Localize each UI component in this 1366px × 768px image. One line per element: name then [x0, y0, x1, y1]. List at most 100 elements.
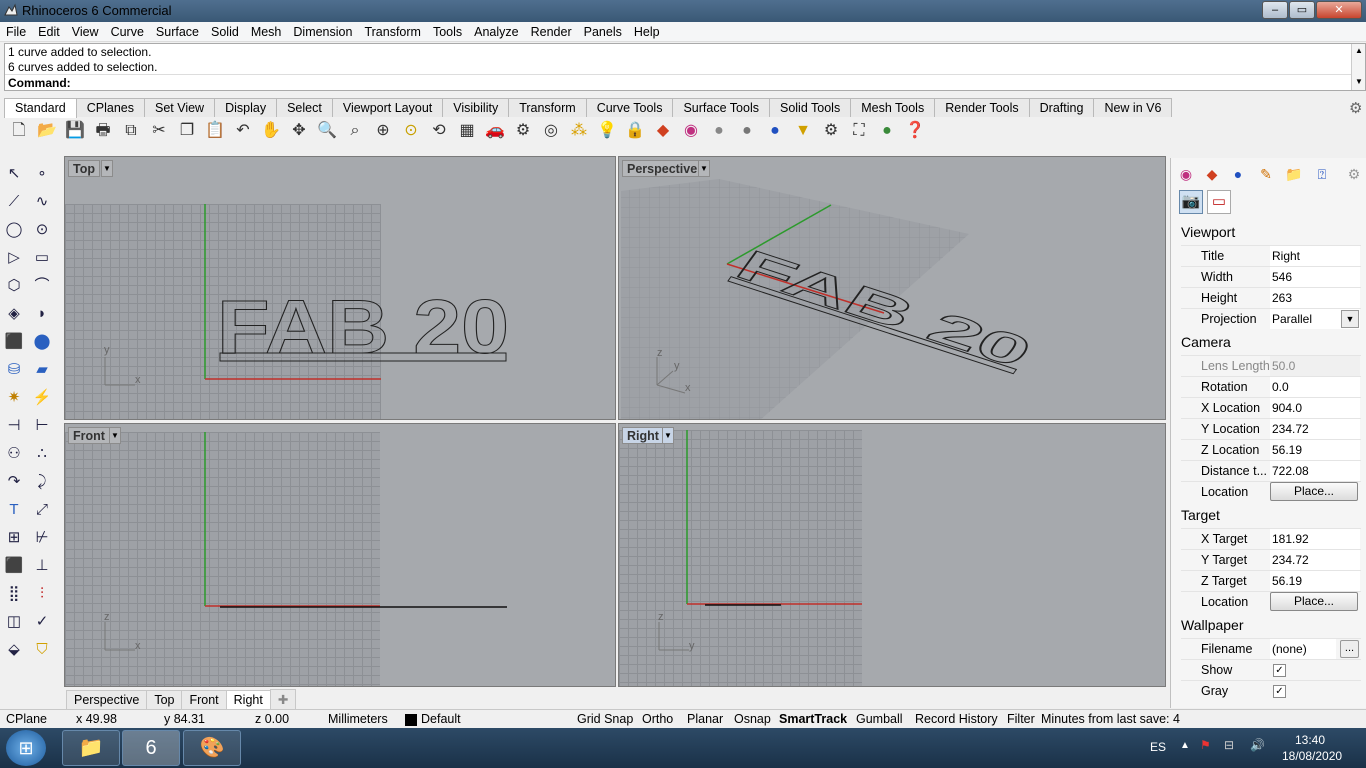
tab-select[interactable]: Select [276, 98, 333, 117]
tray-expand-icon[interactable]: ▲ [1180, 740, 1190, 751]
minimize-button[interactable]: – [1262, 1, 1288, 19]
osnap-toggle[interactable]: Osnap [734, 712, 771, 726]
open-icon[interactable]: 📂 [34, 118, 60, 144]
viewport-front[interactable]: z x Front ▼ [64, 423, 616, 687]
offset-icon[interactable]: ↷ [1, 469, 27, 495]
tab-solid-tools[interactable]: Solid Tools [768, 98, 852, 117]
screen-icon[interactable]: ▭ [1207, 190, 1231, 214]
circle-center-icon[interactable]: ⊙ [29, 217, 55, 243]
menu-help[interactable]: Help [628, 22, 666, 42]
layers-icon[interactable]: ◆ [1201, 164, 1223, 184]
toolbar-settings-gear-icon[interactable]: ⚙ [1349, 99, 1362, 117]
layout-icon[interactable]: ◫ [1, 609, 27, 635]
menu-analyze[interactable]: Analyze [468, 22, 524, 42]
render-icon[interactable]: ● [1227, 164, 1249, 184]
render-sphere-icon[interactable]: ● [706, 118, 732, 144]
tab-curve-tools[interactable]: Curve Tools [585, 98, 674, 117]
viewport-title-perspective[interactable]: Perspective [622, 160, 703, 177]
prop-distance-value[interactable]: 722.08 [1270, 461, 1360, 481]
sweep-icon[interactable]: ◗ [29, 301, 55, 327]
prop-title-value[interactable]: Right [1270, 246, 1360, 266]
ungroup-icon[interactable]: ∴ [29, 441, 55, 467]
properties-color-icon[interactable]: ◉ [1175, 164, 1197, 184]
sphere-icon[interactable]: ⬤ [29, 329, 55, 355]
copy-icon[interactable]: ❐ [174, 118, 200, 144]
pan-icon[interactable]: ✋ [258, 118, 284, 144]
paste-icon[interactable]: 📋 [202, 118, 228, 144]
save-icon[interactable]: 💾 [62, 118, 88, 144]
chevron-down-icon[interactable]: ▼ [109, 427, 121, 444]
menu-surface[interactable]: Surface [150, 22, 205, 42]
group-icon[interactable]: ⚇ [1, 441, 27, 467]
panel-gear-icon[interactable]: ⚙ [1343, 164, 1365, 184]
menu-solid[interactable]: Solid [205, 22, 245, 42]
viewport-title-top[interactable]: Top [68, 160, 100, 177]
undo-icon[interactable]: ↶ [230, 118, 256, 144]
add-viewport-icon[interactable]: ✚ [269, 689, 297, 710]
scale-icon[interactable]: ⤢ [29, 497, 55, 523]
measure-icon[interactable]: ⊥ [29, 553, 55, 579]
new-icon[interactable]: 🗋 [6, 118, 32, 144]
language-indicator[interactable]: ES [1150, 740, 1166, 754]
trim-icon[interactable]: ⊣ [1, 413, 27, 439]
color-wheel-icon[interactable]: ◉ [678, 118, 704, 144]
menu-render[interactable]: Render [525, 22, 578, 42]
boolean-icon[interactable]: ⚡ [29, 385, 55, 411]
material-sphere-icon[interactable]: ● [762, 118, 788, 144]
explode-icon[interactable]: ✷ [1, 385, 27, 411]
circle-icon[interactable]: ◯ [1, 217, 27, 243]
tab-surface-tools[interactable]: Surface Tools [672, 98, 770, 117]
camera-place-button[interactable]: Place... [1270, 482, 1358, 501]
target-place-button[interactable]: Place... [1270, 592, 1358, 611]
prop-xtarget-value[interactable]: 181.92 [1270, 529, 1360, 549]
tab-display[interactable]: Display [214, 98, 278, 117]
viewport-title-front[interactable]: Front [68, 427, 110, 444]
car-icon[interactable]: 🚗 [482, 118, 508, 144]
tab-drafting[interactable]: Drafting [1028, 98, 1095, 117]
network-icon[interactable]: ⊟ [1224, 738, 1234, 752]
prop-zloc-value[interactable]: 56.19 [1270, 440, 1360, 460]
four-viewports-icon[interactable]: ▦ [454, 118, 480, 144]
prop-rotation-value[interactable]: 0.0 [1270, 377, 1360, 397]
prop-width-value[interactable]: 546 [1270, 267, 1360, 287]
record-history-toggle[interactable]: Record History [915, 712, 998, 726]
chevron-down-icon[interactable]: ▼ [101, 160, 113, 177]
scroll-up-icon[interactable]: ▲ [1355, 46, 1363, 55]
polyline-icon[interactable]: ⟋ [1, 189, 27, 215]
box-icon[interactable]: ⬛ [1, 329, 27, 355]
ortho-toggle[interactable]: Ortho [642, 712, 673, 726]
menu-mesh[interactable]: Mesh [245, 22, 288, 42]
align-icon[interactable]: ⫶ [29, 581, 55, 607]
help-panel-icon[interactable]: ⍰ [1311, 164, 1333, 184]
chevron-down-icon[interactable]: ▼ [698, 160, 710, 177]
tab-render-tools[interactable]: Render Tools [934, 98, 1030, 117]
tab-transform[interactable]: Transform [508, 98, 587, 117]
command-prompt[interactable]: Command: [5, 74, 1351, 90]
tab-mesh-tools[interactable]: Mesh Tools [850, 98, 936, 117]
analyze-icon[interactable]: ● [874, 118, 900, 144]
camera-icon[interactable]: 📷 [1179, 190, 1203, 214]
close-button[interactable]: ✕ [1316, 1, 1362, 19]
polygon-icon[interactable]: ⬡ [1, 273, 27, 299]
menu-curve[interactable]: Curve [105, 22, 150, 42]
rotate-view-icon[interactable]: ✥ [286, 118, 312, 144]
menu-file[interactable]: File [0, 22, 32, 42]
folder-icon[interactable]: 📁 [1283, 164, 1305, 184]
windows-start-icon[interactable]: ⊞ [6, 730, 46, 766]
volume-icon[interactable]: 🔊 [1250, 738, 1265, 752]
zoom-window-icon[interactable]: ⌕ [342, 118, 368, 144]
prop-ztarget-value[interactable]: 56.19 [1270, 571, 1360, 591]
rectangle-icon[interactable]: ▭ [29, 245, 55, 271]
bulb-icon[interactable]: 💡 [594, 118, 620, 144]
scroll-down-icon[interactable]: ▼ [1355, 77, 1363, 86]
object-properties-icon[interactable]: ⚙ [510, 118, 536, 144]
zoom-selected-icon[interactable]: ⊙ [398, 118, 424, 144]
command-scrollbar[interactable]: ▲ ▼ [1351, 44, 1365, 90]
surface-icon[interactable]: ◈ [1, 301, 27, 327]
menu-panels[interactable]: Panels [578, 22, 628, 42]
chevron-down-icon[interactable]: ▼ [662, 427, 674, 444]
tab-visibility[interactable]: Visibility [442, 98, 510, 117]
gray-checkbox[interactable]: ✓ [1273, 685, 1286, 698]
layer-indicator[interactable]: Default [421, 712, 461, 726]
sun-icon[interactable]: ▼ [790, 118, 816, 144]
